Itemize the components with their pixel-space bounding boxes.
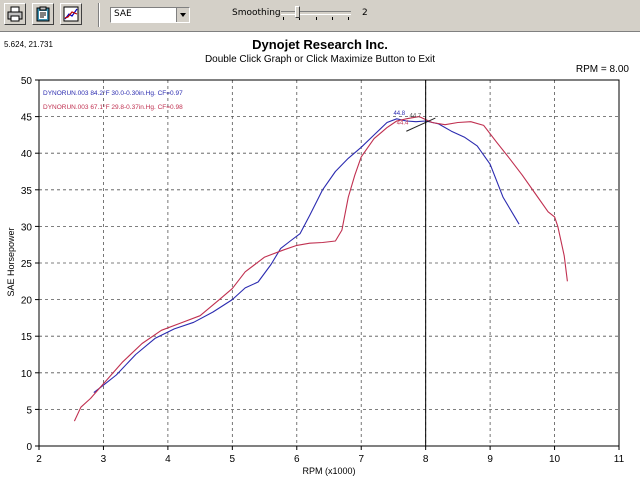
print-icon (7, 6, 23, 22)
y-tick-label: 50 (21, 76, 33, 87)
legend-entry-1: DYNORUN.003 84.2°F 30.0-0.30in.Hg. CF=0.… (43, 89, 183, 97)
y-tick-label: 25 (21, 259, 33, 270)
slider-tick (332, 17, 333, 20)
y-tick-label: 10 (21, 369, 33, 380)
y-tick-label: 0 (26, 442, 32, 453)
x-tick-label: 2 (36, 454, 42, 465)
smoothing-value: 2 (362, 8, 368, 18)
y-tick-label: 45 (21, 113, 33, 124)
clipboard-icon (36, 6, 50, 22)
graph-options-icon (63, 6, 79, 22)
cursor-readout: 5.624, 21.731 (4, 40, 53, 49)
y-axis-label: SAE Horsepower (6, 227, 16, 296)
smoothing-slider-thumb[interactable] (295, 6, 300, 18)
x-tick-label: 7 (358, 454, 364, 465)
graph-options-button[interactable] (60, 3, 82, 25)
chart-area[interactable]: 5.624, 21.731 Dynojet Research Inc. Doub… (0, 33, 640, 480)
units-select-value: SAE (114, 9, 132, 19)
smoothing-slider-track (281, 11, 351, 15)
dyno-chart[interactable]: 5.624, 21.731 Dynojet Research Inc. Doub… (0, 33, 640, 480)
x-tick-label: 3 (101, 454, 107, 465)
rpm-readout: RPM = 8.00 (576, 64, 630, 75)
x-tick-label: 10 (549, 454, 561, 465)
slider-tick (316, 17, 317, 20)
chart-subtitle: Double Click Graph or Click Maximize But… (205, 54, 435, 65)
y-tick-label: 35 (21, 186, 33, 197)
toolbar: SAE Smoothing 2 (0, 0, 640, 32)
x-tick-label: 8 (423, 454, 429, 465)
x-tick-label: 11 (614, 454, 625, 465)
y-tick-label: 15 (21, 332, 33, 343)
x-tick-label: 5 (230, 454, 236, 465)
peak-label: 44.4 (397, 121, 409, 127)
x-axis-label: RPM (x1000) (302, 466, 355, 476)
x-tick-label: 4 (165, 454, 171, 465)
units-select[interactable]: SAE (110, 7, 190, 23)
y-tick-label: 30 (21, 222, 33, 233)
chart-title: Dynojet Research Inc. (252, 37, 388, 52)
chevron-down-icon[interactable] (176, 8, 189, 22)
slider-tick (348, 17, 349, 20)
slider-tick (283, 17, 284, 20)
x-tick-label: 9 (487, 454, 493, 465)
clipboard-button[interactable] (32, 3, 54, 25)
peak-label: 44.7 (410, 113, 422, 119)
x-tick-label: 6 (294, 454, 300, 465)
y-tick-label: 40 (21, 149, 33, 160)
peak-label: 44.8 (393, 111, 405, 117)
smoothing-label: Smoothing (232, 8, 281, 18)
legend-entry-2: DYNORUN.003 67.1°F 29.8-0.37in.Hg. CF=0.… (43, 103, 183, 111)
print-button[interactable] (4, 3, 26, 25)
y-tick-label: 20 (21, 296, 33, 307)
toolbar-separator (98, 3, 100, 27)
chart-background (0, 33, 640, 480)
smoothing-slider[interactable] (281, 6, 351, 20)
y-tick-label: 5 (26, 405, 32, 416)
